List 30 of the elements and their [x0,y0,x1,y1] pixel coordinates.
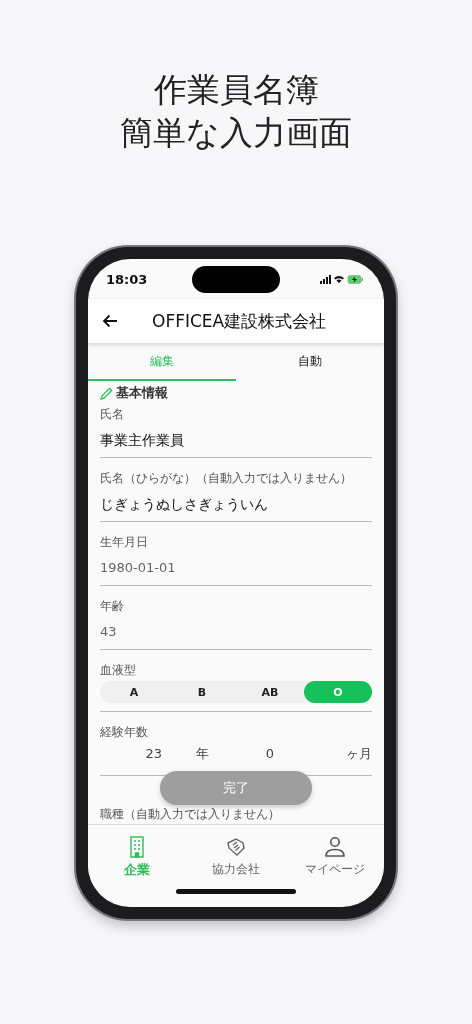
field-label: 職種（自動入力では入りません） [100,806,280,822]
segment-option[interactable]: AB [236,681,304,703]
pencil-icon [100,386,113,400]
status-icons [320,273,364,285]
years-unit: 年 [195,745,209,763]
months-unit: ヶ月 [346,745,372,763]
headline: 作業員名簿 [153,69,319,111]
headline: 簡単な入力画面 [120,112,352,154]
person-icon [323,836,346,858]
segment-option[interactable]: A [100,681,168,703]
input-field[interactable]: 1980-01-01 [100,551,176,585]
app-title: OFFICEA建設株式会社 [152,309,327,333]
input-field[interactable]: 事業主作業員 [100,423,184,457]
field-label: 氏名 [100,406,124,423]
status-time: 18:03 [106,271,148,287]
segment-option[interactable]: B [168,681,236,703]
input-field[interactable]: 43 [100,615,117,649]
section-title: 基本情報 [116,384,168,402]
back-arrow-icon[interactable] [102,314,118,328]
field-label: 生年月日 [100,534,148,551]
field-label: 経験年数 [100,724,148,741]
tab[interactable]: 自動 [236,343,384,381]
field-label: 血液型 [100,662,136,679]
nav-item[interactable]: マイページ [285,835,384,886]
months-value[interactable]: 0 [265,745,275,763]
input-field[interactable]: じぎょうぬしさぎょういん [100,487,268,521]
nav-item[interactable]: 協力会社 [186,835,286,886]
field-label: 年齢 [100,598,124,615]
years-value[interactable]: 23 [145,745,168,763]
field-label: 氏名（ひらがな）（自動入力では入りません） [100,470,352,487]
